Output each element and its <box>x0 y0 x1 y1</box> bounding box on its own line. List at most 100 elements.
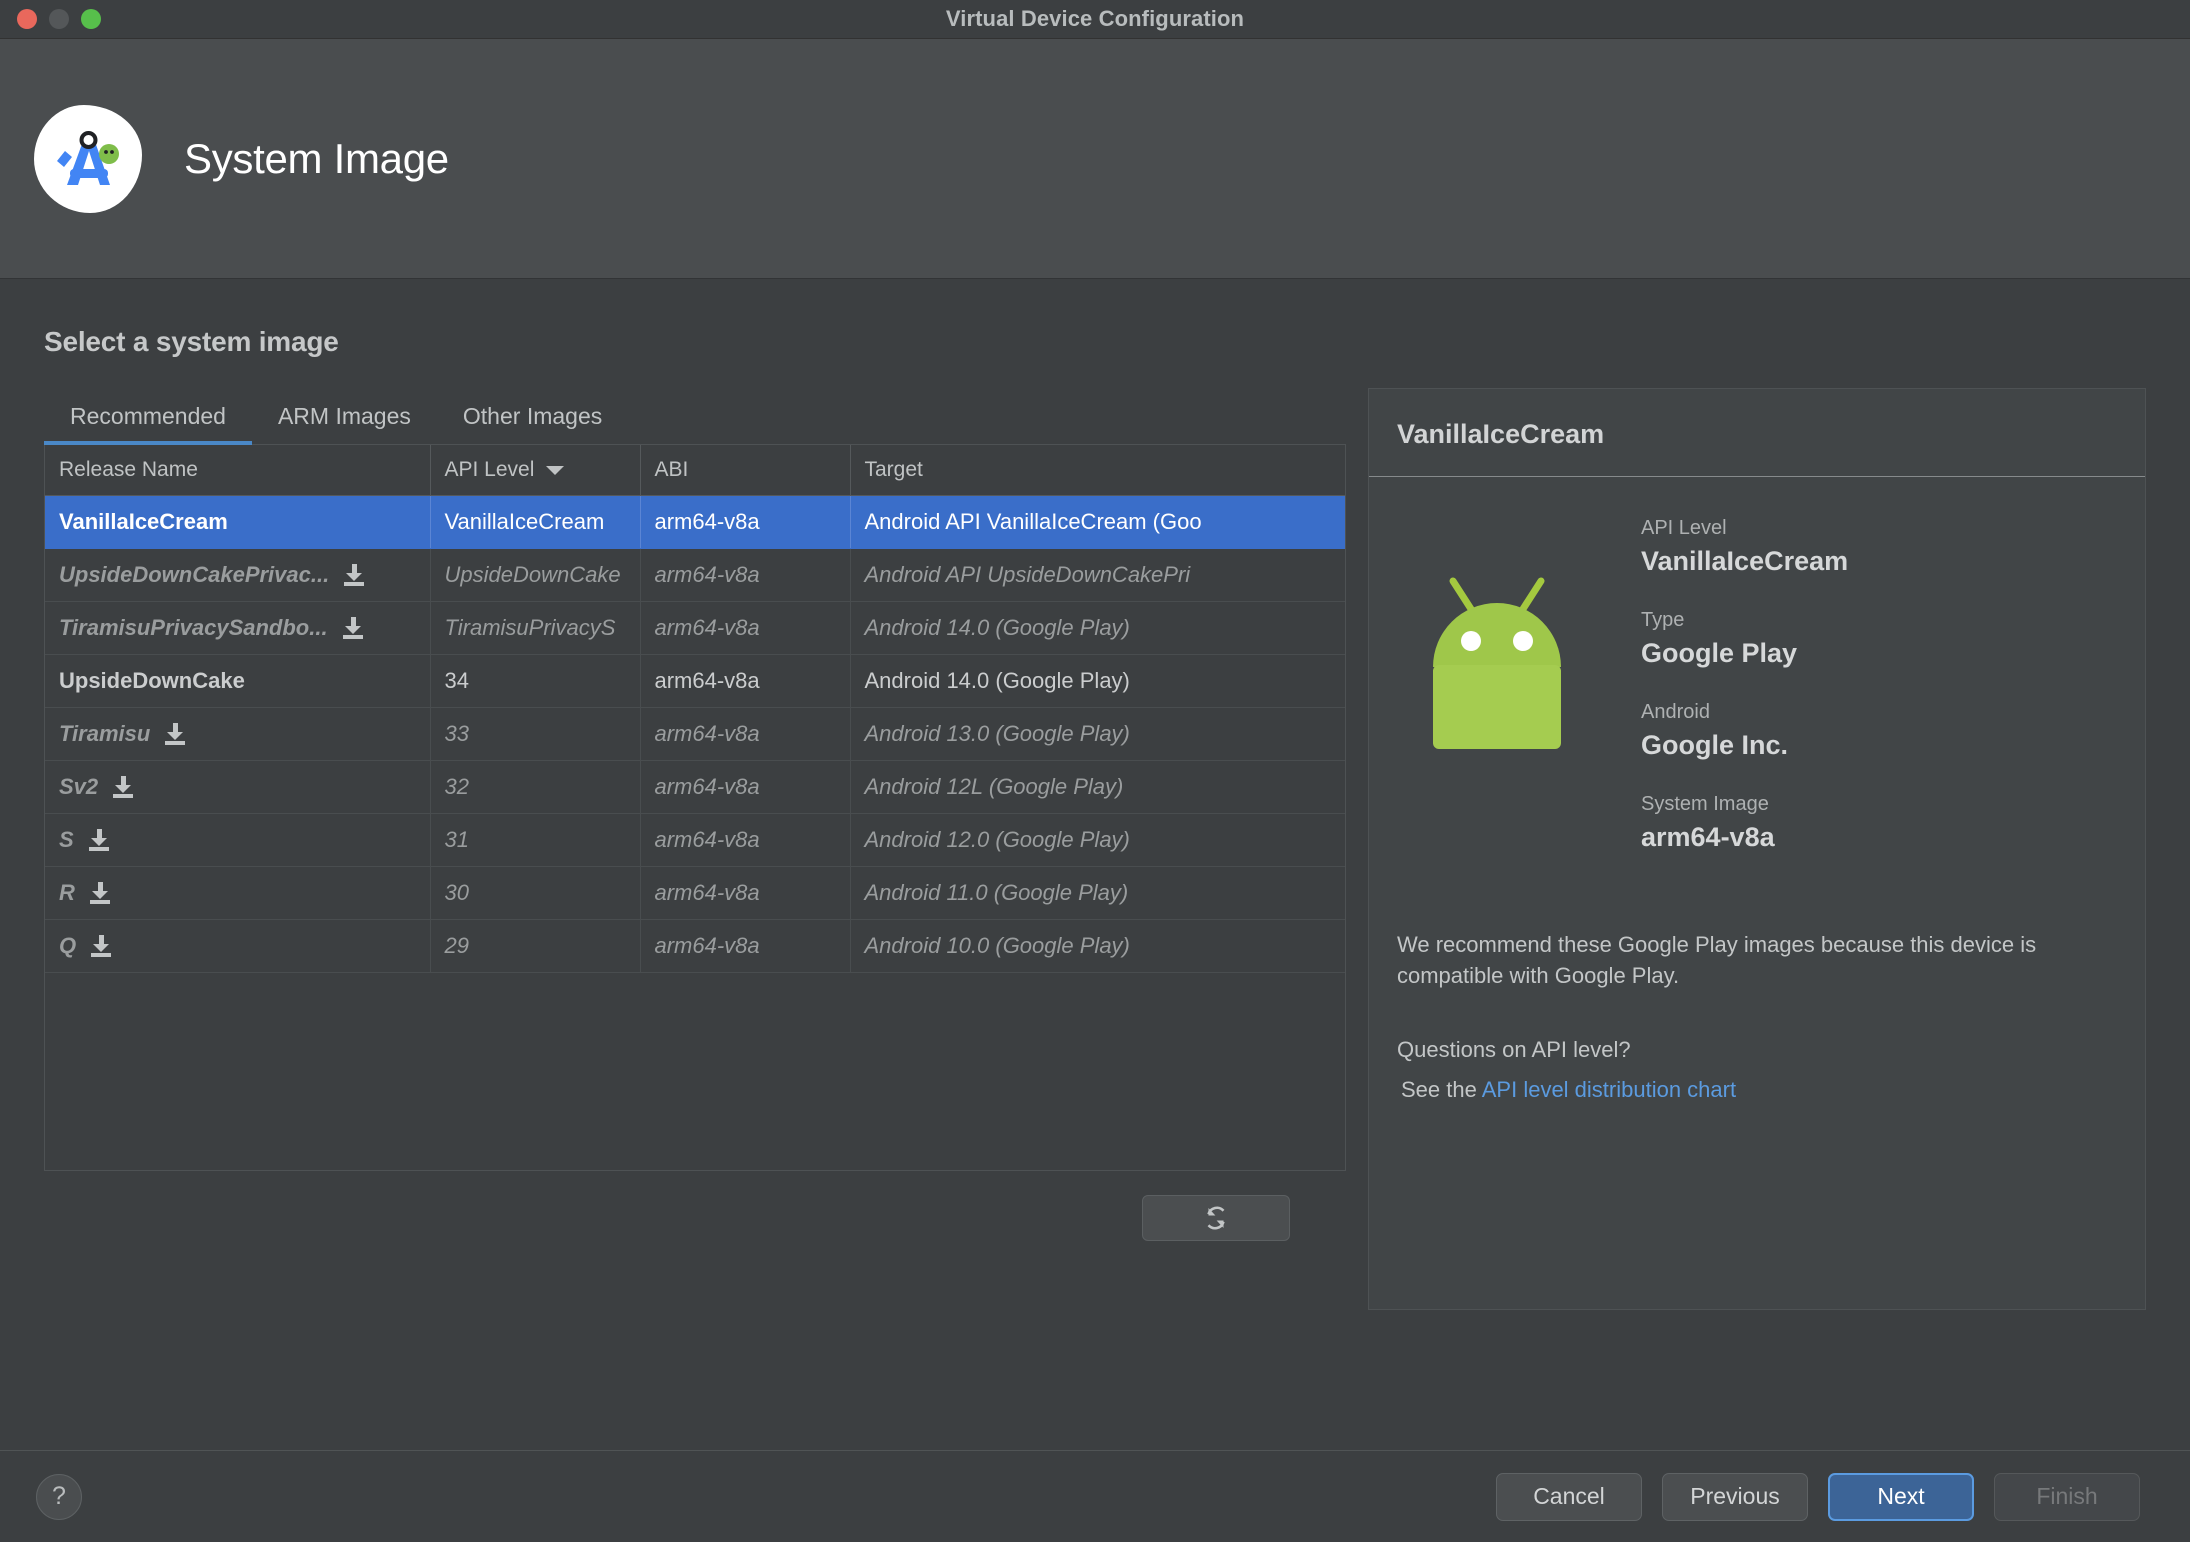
download-icon[interactable] <box>90 935 112 957</box>
api-level-label: TiramisuPrivacyS <box>444 615 616 640</box>
api-level-label: UpsideDownCake <box>444 562 621 587</box>
api-level-label: 29 <box>444 933 469 958</box>
cell-release-name: UpsideDownCake <box>45 654 431 708</box>
tab-recommended[interactable]: Recommended <box>44 403 252 446</box>
abi-label: arm64-v8a <box>654 615 760 640</box>
target-label: Android 12L (Google Play) <box>864 774 1124 799</box>
download-icon[interactable] <box>89 882 111 904</box>
tab-arm-images[interactable]: ARM Images <box>252 403 437 444</box>
refresh-button[interactable] <box>1142 1195 1290 1241</box>
android-studio-logo-glyph <box>57 130 119 185</box>
tab-other-images[interactable]: Other Images <box>437 403 628 444</box>
help-button[interactable]: ? <box>36 1473 82 1520</box>
table-row[interactable]: R 30 arm64-v8a Android 11.0 (Google Play) <box>45 866 1345 920</box>
cell-release-name: R <box>45 866 431 920</box>
detail-field: Type Google Play <box>1641 609 2117 669</box>
cell-release-name: S <box>45 813 431 867</box>
abi-label: arm64-v8a <box>654 721 760 746</box>
detail-field-value: Google Play <box>1641 638 1798 668</box>
download-icon[interactable] <box>342 617 364 639</box>
table-row[interactable]: S 31 arm64-v8a Android 12.0 (Google Play) <box>45 813 1345 867</box>
system-image-table-container[interactable]: Release Name API Level ABI Target Vanill… <box>44 445 1346 1171</box>
abi-label: arm64-v8a <box>654 509 760 534</box>
table-row[interactable]: UpsideDownCake 34 arm64-v8a Android 14.0 (G… <box>45 654 1345 708</box>
abi-label: arm64-v8a <box>654 668 760 693</box>
see-the-prefix: See the <box>1401 1077 1482 1103</box>
minimize-button[interactable] <box>49 9 69 29</box>
target-label: Android 14.0 (Google Play) <box>864 615 1130 640</box>
column-header-abi[interactable]: ABI <box>640 445 851 496</box>
finish-button: Finish <box>1994 1472 2140 1521</box>
system-image-detail-column: VanillaIceCream API Level VanillaIceCrea… <box>1368 388 2146 1310</box>
cell-abi: arm64-v8a <box>640 548 851 602</box>
wizard-body: Select a system image Recommended ARM Im… <box>0 279 2190 1451</box>
api-question-text: Questions on API level? <box>1397 1037 1631 1063</box>
table-row[interactable]: UpsideDownCakePrivac... UpsideDownCake arm… <box>45 548 1345 602</box>
target-label: Android API UpsideDownCakePri <box>864 562 1191 587</box>
detail-panel-title: VanillaIceCream <box>1369 389 2145 477</box>
download-icon[interactable] <box>164 723 186 745</box>
cell-abi: arm64-v8a <box>640 813 851 867</box>
wizard-footer: ? Cancel Previous Next Finish <box>0 1450 2190 1542</box>
cell-api-level: 34 <box>430 654 641 708</box>
column-header-target-label: Target <box>864 458 923 481</box>
api-level-label: 31 <box>444 827 469 852</box>
detail-field: Android Google Inc. <box>1641 701 2117 761</box>
api-level-label: VanillaIceCream <box>444 509 605 534</box>
table-row[interactable]: VanillaIceCream VanillaIceCream arm64-v8a A… <box>45 495 1345 549</box>
cancel-button[interactable]: Cancel <box>1496 1472 1642 1521</box>
cell-api-level: 33 <box>430 707 641 761</box>
cell-abi: arm64-v8a <box>640 601 851 655</box>
next-button[interactable]: Next <box>1828 1472 1974 1521</box>
abi-label: arm64-v8a <box>654 827 760 852</box>
cell-abi: arm64-v8a <box>640 919 851 973</box>
refresh-row <box>44 1171 1346 1241</box>
close-button[interactable] <box>17 9 37 29</box>
abi-label: arm64-v8a <box>654 880 760 905</box>
cell-target: Android 14.0 (Google Play) <box>850 601 1345 655</box>
table-header-row: Release Name API Level ABI Target <box>45 445 1345 496</box>
release-name-label: VanillaIceCream <box>59 509 228 534</box>
window-controls <box>0 9 101 29</box>
column-header-release-name[interactable]: Release Name <box>45 445 431 496</box>
detail-field-list: API Level VanillaIceCream Type Google Play A… <box>1641 511 2117 885</box>
download-icon[interactable] <box>343 564 365 586</box>
column-header-release-name-label: Release Name <box>59 458 198 481</box>
download-icon[interactable] <box>112 776 134 798</box>
cell-api-level: TiramisuPrivacyS <box>430 601 641 655</box>
api-level-label: 30 <box>444 880 469 905</box>
cell-release-name: Sv2 <box>45 760 431 814</box>
download-icon[interactable] <box>88 829 110 851</box>
column-header-api-level[interactable]: API Level <box>430 445 641 496</box>
page-title: System Image <box>184 134 449 182</box>
table-row[interactable]: Tiramisu 33 arm64-v8a Android 13.0 (Google … <box>45 707 1345 761</box>
cell-target: Android API VanillaIceCream (Goo <box>850 495 1345 549</box>
abi-label: arm64-v8a <box>654 774 760 799</box>
detail-field-label: Android <box>1641 701 1710 723</box>
column-header-target[interactable]: Target <box>850 445 1345 496</box>
cell-api-level: 30 <box>430 866 641 920</box>
release-name-label: Q <box>59 933 77 958</box>
cell-abi: arm64-v8a <box>640 495 851 549</box>
table-row[interactable]: TiramisuPrivacySandbo... TiramisuPrivacyS… <box>45 601 1345 655</box>
previous-button[interactable]: Previous <box>1662 1472 1808 1521</box>
cell-target: Android 10.0 (Google Play) <box>850 919 1345 973</box>
cell-api-level: UpsideDownCake <box>430 548 641 602</box>
detail-field-value: arm64-v8a <box>1641 822 1775 852</box>
system-image-table: Release Name API Level ABI Target Vanill… <box>45 445 1345 973</box>
target-label: Android 13.0 (Google Play) <box>864 721 1130 746</box>
system-image-detail-panel: VanillaIceCream API Level VanillaIceCrea… <box>1368 388 2146 1310</box>
release-name-label: UpsideDownCakePrivac... <box>59 562 330 587</box>
image-source-tabs: Recommended ARM Images Other Images <box>44 388 1346 446</box>
abi-label: arm64-v8a <box>654 562 760 587</box>
release-name-label: TiramisuPrivacySandbo... <box>59 615 328 640</box>
table-row[interactable]: Q 29 arm64-v8a Android 10.0 (Google Play) <box>45 919 1345 973</box>
api-level-distribution-chart-link[interactable]: API level distribution chart <box>1482 1077 1736 1102</box>
zoom-button[interactable] <box>81 9 101 29</box>
release-name-label: R <box>59 880 75 905</box>
table-row[interactable]: Sv2 32 arm64-v8a Android 12L (Google Play) <box>45 760 1345 814</box>
cell-target: Android API UpsideDownCakePri <box>850 548 1345 602</box>
api-level-label: 34 <box>444 668 469 693</box>
cell-abi: arm64-v8a <box>640 654 851 708</box>
android-robot-glyph <box>1433 577 1561 749</box>
